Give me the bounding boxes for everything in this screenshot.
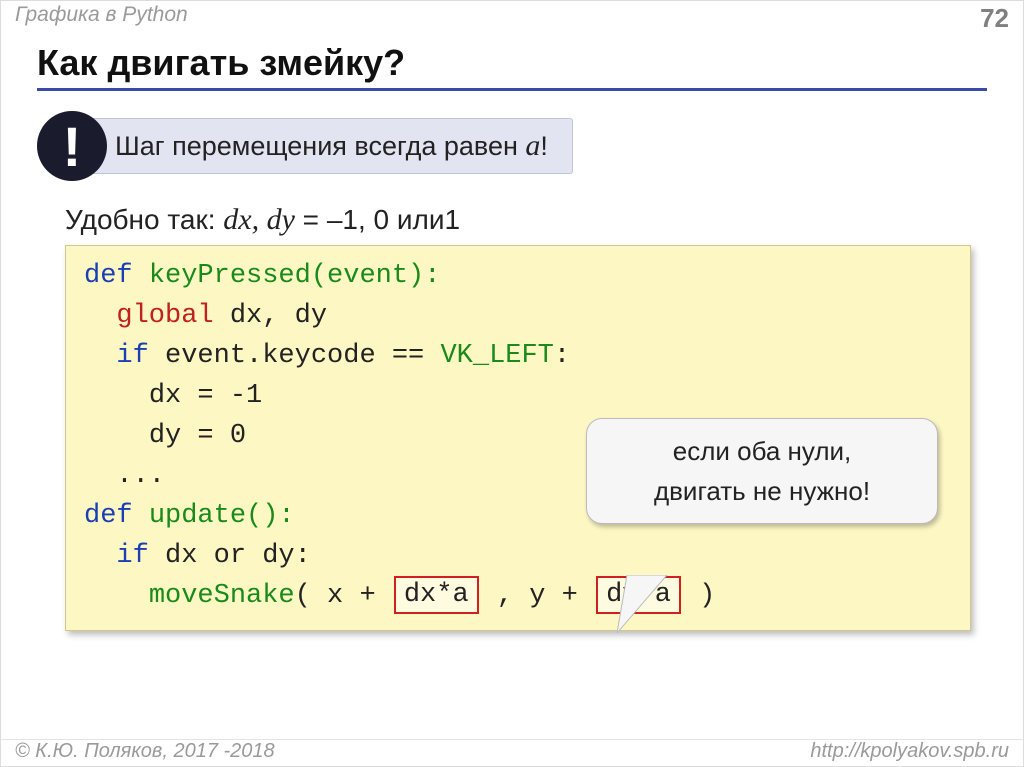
convenient-vars: dx, dy: [223, 203, 295, 236]
const-vkleft: VK_LEFT: [440, 341, 553, 371]
page-number: 72: [980, 3, 1009, 34]
note-var: a: [525, 129, 540, 162]
convenient-line: Удобно так: dx, dy = –1, 0 или1: [65, 203, 987, 237]
keyword-if: if: [116, 341, 148, 371]
keyword-global: global: [116, 301, 213, 331]
footer-url: http://kpolyakov.spb.ru: [810, 740, 1009, 763]
callout-line1: если оба нули,: [597, 431, 927, 471]
convenient-after: = –1, 0 или1: [295, 204, 460, 235]
code-line-2: global dx, dy: [84, 296, 952, 336]
call-arg-a: ( x +: [295, 581, 392, 611]
exclamation-icon: !: [37, 111, 107, 181]
assign-dx: dx = -1: [149, 381, 262, 411]
content: ! Шаг перемещения всегда равен a! Удобно…: [1, 91, 1023, 631]
topic-label: Графика в Python: [15, 3, 188, 27]
slide: Графика в Python 72 Как двигать змейку? …: [0, 0, 1024, 767]
code-line-8: if dx or dy:: [84, 536, 952, 576]
convenient-before: Удобно так:: [65, 204, 223, 235]
ellipsis: ...: [116, 461, 165, 491]
if-cond-a: event.keycode ==: [165, 341, 440, 371]
note-row: ! Шаг перемещения всегда равен a!: [37, 111, 987, 181]
callout-bubble: если оба нули, двигать не нужно!: [586, 418, 938, 524]
code-line-4: dx = -1: [84, 376, 952, 416]
note-box: Шаг перемещения всегда равен a!: [89, 118, 573, 174]
callout-line2: двигать не нужно!: [597, 471, 927, 511]
call-arg-b: , y +: [481, 581, 594, 611]
header-bar: Графика в Python 72: [1, 1, 1023, 34]
copyright: © К.Ю. Поляков, 2017 -2018: [15, 740, 275, 763]
note-text-after: !: [540, 131, 548, 161]
keyword-if2: if: [116, 541, 148, 571]
call-arg-c: ): [683, 581, 715, 611]
code-line-1: def keyPressed(event):: [84, 256, 952, 296]
call-movesnake: moveSnake: [149, 581, 295, 611]
highlight-dxa: dx*a: [394, 576, 479, 614]
keyword-def: def: [84, 261, 133, 291]
assign-dy: dy = 0: [149, 421, 246, 451]
note-text-before: Шаг перемещения всегда равен: [115, 131, 525, 161]
code-block: def keyPressed(event): global dx, dy if …: [65, 245, 971, 631]
slide-title: Как двигать змейку?: [37, 42, 987, 91]
if-cond-b: :: [554, 341, 570, 371]
code-line-3: if event.keycode == VK_LEFT:: [84, 336, 952, 376]
if-cond2: dx or dy:: [165, 541, 311, 571]
keyword-def2: def: [84, 501, 133, 531]
global-vars: dx, dy: [230, 301, 327, 331]
footer-bar: © К.Ю. Поляков, 2017 -2018 http://kpolya…: [1, 739, 1023, 766]
func-update: update():: [149, 501, 295, 531]
func-keypressed: keyPressed(event):: [149, 261, 441, 291]
code-line-9: moveSnake( x + dx*a , y + dy*a ): [84, 576, 952, 616]
